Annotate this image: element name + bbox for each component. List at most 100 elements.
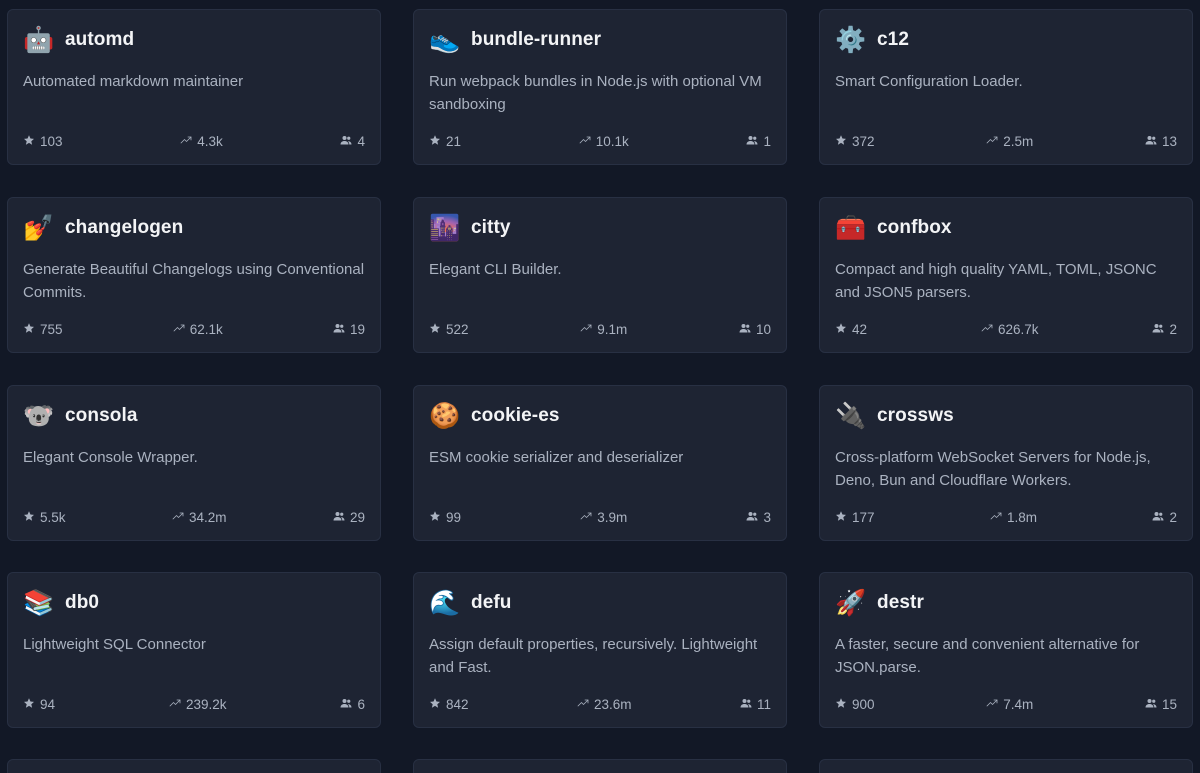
package-card-partial[interactable]: [7, 759, 381, 773]
package-name[interactable]: destr: [877, 592, 924, 614]
package-stats: 99 3.9m 3: [429, 508, 771, 526]
package-stats: 755 62.1k 19: [23, 320, 365, 338]
star-icon: [429, 322, 441, 337]
stars-stat: 372: [835, 134, 875, 149]
downloads-stat: 3.9m: [580, 510, 627, 525]
trending-up-icon: [986, 697, 998, 712]
package-stats: 522 9.1m 10: [429, 320, 771, 338]
package-card-defu[interactable]: 🌊 defu Assign default properties, recursiv…: [413, 572, 787, 728]
card-header: 🤖 automd: [23, 25, 134, 55]
package-card-destr[interactable]: 🚀 destr A faster, secure and convenient al…: [819, 572, 1193, 728]
downloads-stat: 626.7k: [981, 322, 1039, 337]
star-icon: [835, 697, 847, 712]
card-header: 📚 db0: [23, 588, 99, 618]
package-name[interactable]: citty: [471, 217, 511, 239]
downloads-stat: 4.3k: [180, 134, 223, 149]
contributors-stat: 13: [1145, 134, 1177, 149]
contributors-stat: 6: [340, 697, 365, 712]
users-icon: [333, 322, 345, 337]
stars-stat: 94: [23, 697, 55, 712]
contributors-stat: 2: [1152, 510, 1177, 525]
books-emoji: 📚: [23, 588, 55, 617]
downloads-count: 1.8m: [1007, 509, 1038, 525]
stars-count: 94: [40, 696, 56, 712]
stars-count: 522: [446, 321, 469, 337]
contributors-stat: 3: [746, 510, 771, 525]
contributors-count: 2: [1169, 509, 1177, 525]
package-name[interactable]: consola: [65, 405, 138, 427]
downloads-count: 34.2m: [188, 509, 227, 525]
package-card-confbox[interactable]: 🧰 confbox Compact and high quality YAML, T…: [819, 197, 1193, 353]
package-card-automd[interactable]: 🤖 automd Automated markdown maintainer 103 4…: [7, 9, 381, 165]
downloads-stat: 9.1m: [580, 322, 627, 337]
koala-emoji: 🐨: [23, 401, 55, 430]
package-stats: 372 2.5m 13: [835, 132, 1177, 150]
contributors-count: 4: [357, 133, 365, 149]
package-card-changelogen[interactable]: 💅 changelogen Generate Beautiful Changelog…: [7, 197, 381, 353]
contributors-stat: 4: [340, 134, 365, 149]
water-wave-emoji: 🌊: [429, 588, 461, 617]
package-card-partial[interactable]: [413, 759, 787, 773]
package-stats: 94 239.2k 6: [23, 695, 365, 713]
package-name[interactable]: c12: [877, 29, 909, 51]
package-card-cookie-es[interactable]: 🍪 cookie-es ESM cookie serializer and dese…: [413, 385, 787, 541]
downloads-stat: 7.4m: [986, 697, 1033, 712]
package-name[interactable]: defu: [471, 592, 512, 614]
stars-count: 103: [40, 133, 63, 149]
package-name[interactable]: confbox: [877, 217, 952, 239]
package-description: Compact and high quality YAML, TOML, JSO…: [835, 261, 1157, 301]
card-header: 🚀 destr: [835, 588, 924, 618]
contributors-count: 15: [1161, 696, 1177, 712]
package-stats: 900 7.4m 15: [835, 695, 1177, 713]
contributors-count: 19: [349, 321, 365, 337]
package-card-consola[interactable]: 🐨 consola Elegant Console Wrapper. 5.5k 34.2…: [7, 385, 381, 541]
contributors-count: 10: [755, 321, 771, 337]
trending-up-icon: [986, 134, 998, 149]
downloads-stat: 62.1k: [173, 322, 223, 337]
package-card-c12[interactable]: ⚙️ c12 Smart Configuration Loader. 372 2.5m 1…: [819, 9, 1193, 165]
package-name[interactable]: automd: [65, 29, 134, 51]
package-card-citty[interactable]: 🌆 citty Elegant CLI Builder. 522 9.1m 10: [413, 197, 787, 353]
package-name[interactable]: db0: [65, 592, 99, 614]
stars-stat: 177: [835, 510, 875, 525]
package-name[interactable]: crossws: [877, 405, 954, 427]
package-description: Elegant CLI Builder.: [429, 261, 562, 278]
star-icon: [23, 134, 35, 149]
package-card-bundle-runner[interactable]: 👟 bundle-runner Run webpack bundles in Nod…: [413, 9, 787, 165]
electric-plug-emoji: 🔌: [835, 401, 867, 430]
package-description: Run webpack bundles in Node.js with opti…: [429, 73, 762, 113]
package-description: Lightweight SQL Connector: [23, 636, 206, 653]
package-name[interactable]: cookie-es: [471, 405, 560, 427]
trending-up-icon: [990, 510, 1002, 525]
contributors-stat: 11: [740, 697, 771, 712]
contributors-stat: 1: [746, 134, 771, 149]
package-card-db0[interactable]: 📚 db0 Lightweight SQL Connector 94 239.2k 6: [7, 572, 381, 728]
downloads-count: 2.5m: [1003, 133, 1034, 149]
card-header: ⚙️ c12: [835, 25, 909, 55]
downloads-count: 9.1m: [597, 321, 628, 337]
stars-stat: 522: [429, 322, 469, 337]
card-header: 🌆 citty: [429, 213, 511, 243]
stars-count: 99: [446, 509, 462, 525]
stars-stat: 900: [835, 697, 875, 712]
running-shoe-emoji: 👟: [429, 25, 461, 54]
package-name[interactable]: changelogen: [65, 217, 183, 239]
downloads-count: 239.2k: [185, 696, 227, 712]
trending-up-icon: [579, 134, 591, 149]
star-icon: [23, 510, 35, 525]
star-icon: [23, 322, 35, 337]
star-icon: [835, 134, 847, 149]
trending-up-icon: [180, 134, 192, 149]
package-card-partial[interactable]: [819, 759, 1193, 773]
package-name[interactable]: bundle-runner: [471, 29, 601, 51]
contributors-stat: 29: [333, 510, 365, 525]
package-card-crossws[interactable]: 🔌 crossws Cross-platform WebSocket Servers…: [819, 385, 1193, 541]
stars-count: 177: [852, 509, 875, 525]
users-icon: [1152, 322, 1164, 337]
downloads-count: 3.9m: [597, 509, 628, 525]
package-stats: 842 23.6m 11: [429, 695, 771, 713]
users-icon: [746, 510, 758, 525]
contributors-stat: 10: [739, 322, 771, 337]
stars-count: 755: [40, 321, 63, 337]
users-icon: [739, 322, 751, 337]
